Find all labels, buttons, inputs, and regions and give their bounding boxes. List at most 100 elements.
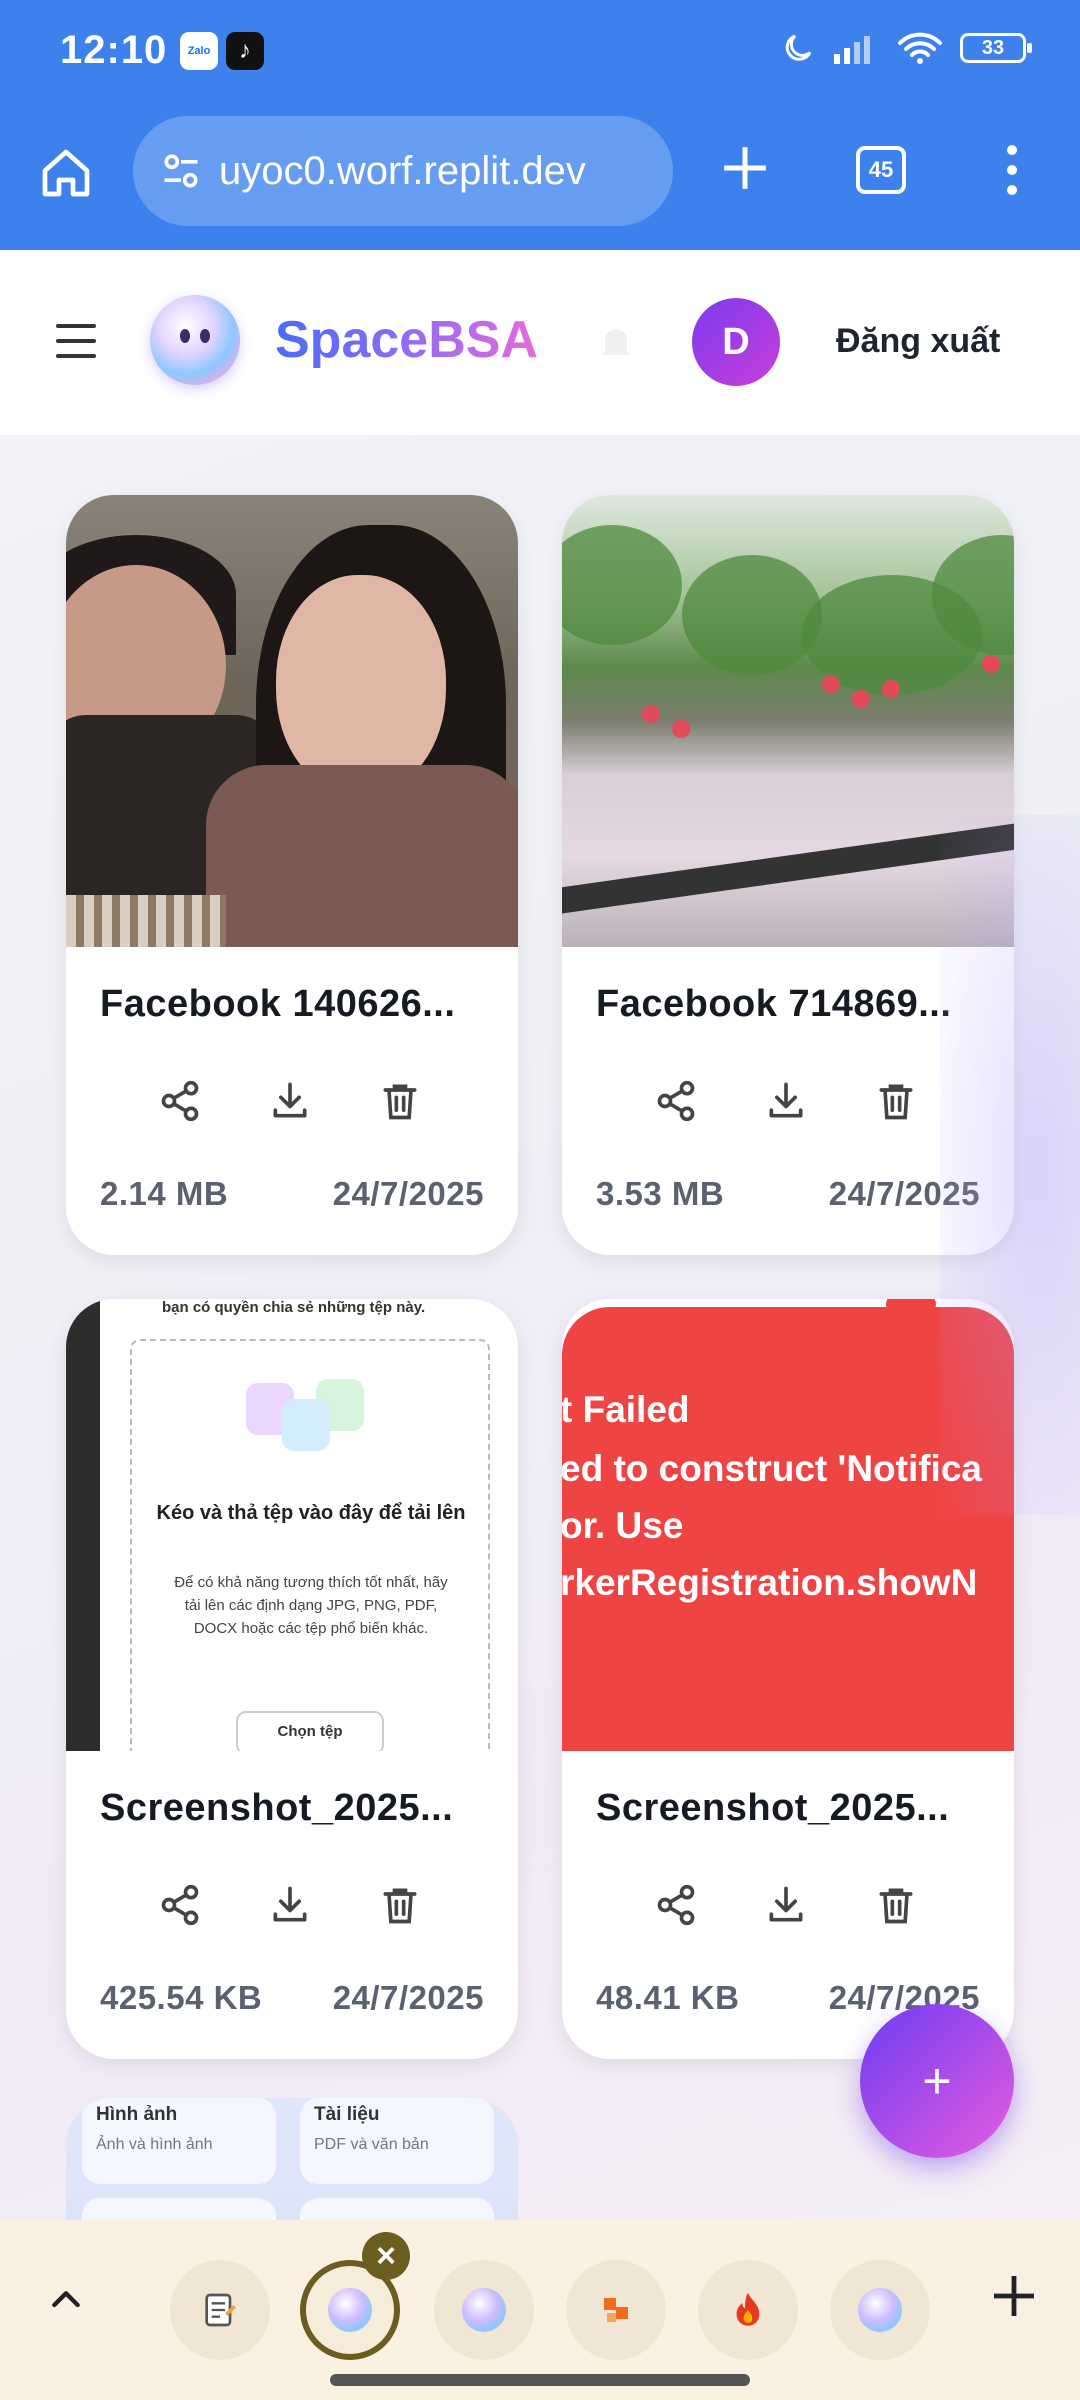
file-card[interactable]: Facebook 140626... 2.14 MB 24/7/2025: [66, 495, 518, 1255]
app-logo-icon: [604, 2298, 628, 2322]
file-date: 24/7/2025: [828, 1175, 980, 1212]
download-icon: [273, 1082, 307, 1118]
expand-tabs-button[interactable]: [38, 2272, 94, 2328]
address-bar[interactable]: uyoc0.worf.replit.dev: [133, 116, 673, 226]
status-bar: 12:10 Zalo ♪ 33: [0, 0, 1080, 106]
tiktok-notification-icon: ♪: [226, 32, 264, 70]
spacebsa-icon: [328, 2288, 372, 2332]
screenshot-text: bạn có quyền chia sẻ những tệp này.: [162, 1299, 426, 1316]
file-date: 24/7/2025: [332, 1175, 484, 1212]
screenshot-title: Kéo và thả tệp vào đây để tải lên: [156, 1502, 466, 1524]
app-logo: [150, 295, 240, 385]
hamburger-menu-button[interactable]: [56, 324, 96, 358]
close-tab-button[interactable]: ×: [362, 2232, 410, 2280]
file-meta: 425.54 KB 24/7/2025: [100, 1979, 484, 2017]
category-images: Hình ảnh Ảnh và hình ảnh: [82, 2098, 276, 2184]
share-icon: [657, 1884, 695, 1926]
gesture-home-bar[interactable]: [330, 2374, 750, 2386]
status-time: 12:10: [60, 28, 168, 72]
file-name: Facebook 140626...: [100, 983, 456, 1025]
user-avatar[interactable]: D: [692, 298, 780, 386]
file-thumbnail[interactable]: [562, 495, 1014, 947]
category-documents: Tài liệu PDF và văn bản: [300, 2098, 494, 2184]
add-file-fab[interactable]: +: [860, 2004, 1014, 2158]
new-tab-button[interactable]: [710, 133, 780, 203]
tab-fire[interactable]: [698, 2260, 798, 2360]
signal-icon: [834, 36, 870, 64]
share-button[interactable]: [654, 1079, 698, 1123]
battery-indicator: 33: [960, 33, 1032, 63]
browser-top-bar: 12:10 Zalo ♪ 33 uyoc0.worf.replit.dev 45: [0, 0, 1080, 250]
file-thumbnail[interactable]: bạn có quyền chia sẻ những tệp này. Kéo …: [66, 1299, 518, 1751]
logout-button[interactable]: Đăng xuất: [836, 322, 1000, 361]
spacebsa-icon: [462, 2288, 506, 2332]
url-text: uyoc0.worf.replit.dev: [219, 148, 586, 193]
plus-icon: [994, 2276, 1034, 2316]
trash-icon: [879, 1084, 913, 1120]
delete-button[interactable]: [378, 1079, 422, 1123]
error-text: t Failed ed to construct 'Notifica or. U…: [562, 1389, 982, 1603]
share-icon: [161, 1884, 199, 1926]
plus-icon: [724, 147, 766, 189]
browser-tab-strip: ×: [0, 2220, 1080, 2400]
trash-icon: [383, 1084, 417, 1120]
file-size: 48.41 KB: [596, 1979, 740, 2016]
site-settings-button[interactable]: [153, 143, 209, 199]
file-date: 24/7/2025: [332, 1979, 484, 2016]
more-menu-button[interactable]: [986, 140, 1038, 200]
notepad-icon: [205, 2293, 236, 2327]
trash-icon: [383, 1888, 417, 1924]
trash-icon: [879, 1888, 913, 1924]
home-button[interactable]: [30, 137, 102, 209]
file-name: Screenshot_2025...: [100, 1787, 454, 1829]
file-thumbnail[interactable]: [66, 495, 518, 947]
browser-url-bar: uyoc0.worf.replit.dev 45: [0, 110, 1080, 236]
new-tab-strip-button[interactable]: [984, 2266, 1044, 2326]
file-size: 3.53 MB: [596, 1175, 725, 1212]
file-thumbnail[interactable]: t Failed ed to construct 'Notifica or. U…: [562, 1299, 1014, 1751]
delete-button[interactable]: [874, 1883, 918, 1927]
download-button[interactable]: [268, 1079, 312, 1123]
file-actions: [66, 1875, 518, 1935]
chevron-up-icon: [52, 2291, 80, 2308]
tab-spacebsa[interactable]: [434, 2260, 534, 2360]
delete-button[interactable]: [874, 1079, 918, 1123]
bell-icon[interactable]: [594, 320, 638, 364]
download-button[interactable]: [764, 1883, 808, 1927]
share-button[interactable]: [158, 1079, 202, 1123]
share-icon: [161, 1080, 199, 1122]
tab-switcher-button[interactable]: 45: [856, 146, 906, 194]
download-icon: [769, 1082, 803, 1118]
moon-icon: [785, 34, 812, 61]
brand-name: SpaceBSA: [275, 311, 538, 369]
file-meta: 2.14 MB 24/7/2025: [100, 1175, 484, 1213]
document-icons: [246, 1379, 376, 1459]
download-icon: [769, 1886, 803, 1922]
download-button[interactable]: [268, 1883, 312, 1927]
more-vert-icon: [1007, 145, 1017, 195]
file-size: 2.14 MB: [100, 1175, 229, 1212]
file-actions: [66, 1071, 518, 1131]
tab-notes[interactable]: [170, 2260, 270, 2360]
wifi-icon: [898, 32, 942, 64]
download-icon: [273, 1886, 307, 1922]
share-button[interactable]: [654, 1883, 698, 1927]
file-meta: 3.53 MB 24/7/2025: [596, 1175, 980, 1213]
tab-spacebsa[interactable]: [830, 2260, 930, 2360]
file-actions: [562, 1071, 1014, 1131]
file-name: Screenshot_2025...: [596, 1787, 950, 1829]
status-icons: 33: [780, 30, 1032, 66]
app-header: SpaceBSA D Đăng xuất: [0, 250, 1080, 435]
delete-button[interactable]: [378, 1883, 422, 1927]
download-button[interactable]: [764, 1079, 808, 1123]
screenshot-description: Để có khả năng tương thích tốt nhất, hãy…: [174, 1574, 448, 1637]
flame-icon: [736, 2292, 760, 2326]
file-card[interactable]: bạn có quyền chia sẻ những tệp này. Kéo …: [66, 1299, 518, 2059]
tab-app[interactable]: [566, 2260, 666, 2360]
file-card[interactable]: t Failed ed to construct 'Notifica or. U…: [562, 1299, 1014, 2059]
file-card[interactable]: Facebook 714869... 3.53 MB 24/7/2025: [562, 495, 1014, 1255]
screenshot-choose-file: Chọn tệp: [236, 1711, 384, 1751]
file-name: Facebook 714869...: [596, 983, 952, 1025]
file-actions: [562, 1875, 1014, 1935]
share-button[interactable]: [158, 1883, 202, 1927]
